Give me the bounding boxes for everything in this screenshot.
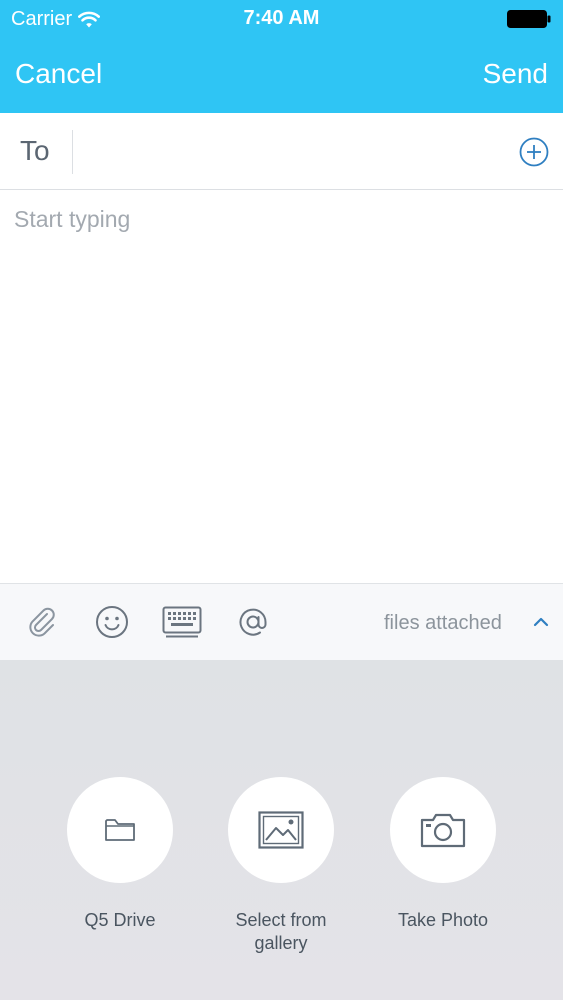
at-sign-icon (239, 608, 267, 636)
gallery-button[interactable] (228, 777, 334, 883)
q5-drive-label: Q5 Drive (84, 910, 156, 930)
send-button[interactable]: Send (483, 58, 548, 90)
folder-icon (105, 819, 135, 841)
message-body-area (0, 190, 563, 583)
q5-drive-option[interactable]: Q5 Drive (50, 777, 190, 932)
smiley-icon (96, 606, 128, 638)
attach-button[interactable] (22, 604, 62, 640)
paperclip-icon (29, 607, 55, 637)
gallery-label: Select from gallery (235, 910, 327, 953)
message-body-input[interactable] (14, 206, 549, 566)
camera-icon (420, 813, 466, 848)
compose-toolbar: files attached (0, 583, 563, 660)
cancel-button[interactable]: Cancel (15, 58, 102, 90)
app-header: Carrier 7:40 AM Cancel Send (0, 0, 563, 113)
nav-bar: Cancel Send (0, 40, 563, 113)
take-photo-label: Take Photo (397, 910, 489, 930)
recipient-input[interactable] (84, 129, 504, 173)
take-photo-option[interactable]: Take Photo (373, 777, 513, 932)
attachment-options-panel: Q5 Drive Select from gallery Take Photo (0, 660, 563, 1000)
to-label: To (20, 135, 50, 166)
add-recipient-icon[interactable] (519, 137, 549, 167)
to-divider (72, 130, 73, 174)
battery-icon (507, 10, 551, 28)
recipient-row: To (0, 113, 563, 190)
gallery-option[interactable]: Select from gallery (211, 777, 351, 955)
q5-drive-button[interactable] (67, 777, 173, 883)
keyboard-button[interactable] (162, 604, 202, 640)
mention-button[interactable] (233, 604, 273, 640)
image-icon (258, 811, 304, 849)
status-time: 7:40 AM (243, 7, 320, 29)
emoji-button[interactable] (92, 604, 132, 640)
status-bar: Carrier 7:40 AM (0, 0, 563, 40)
take-photo-button[interactable] (390, 777, 496, 883)
chevron-up-icon[interactable] (531, 612, 551, 632)
files-attached-label: files attached (384, 612, 502, 634)
keyboard-icon (162, 606, 202, 638)
